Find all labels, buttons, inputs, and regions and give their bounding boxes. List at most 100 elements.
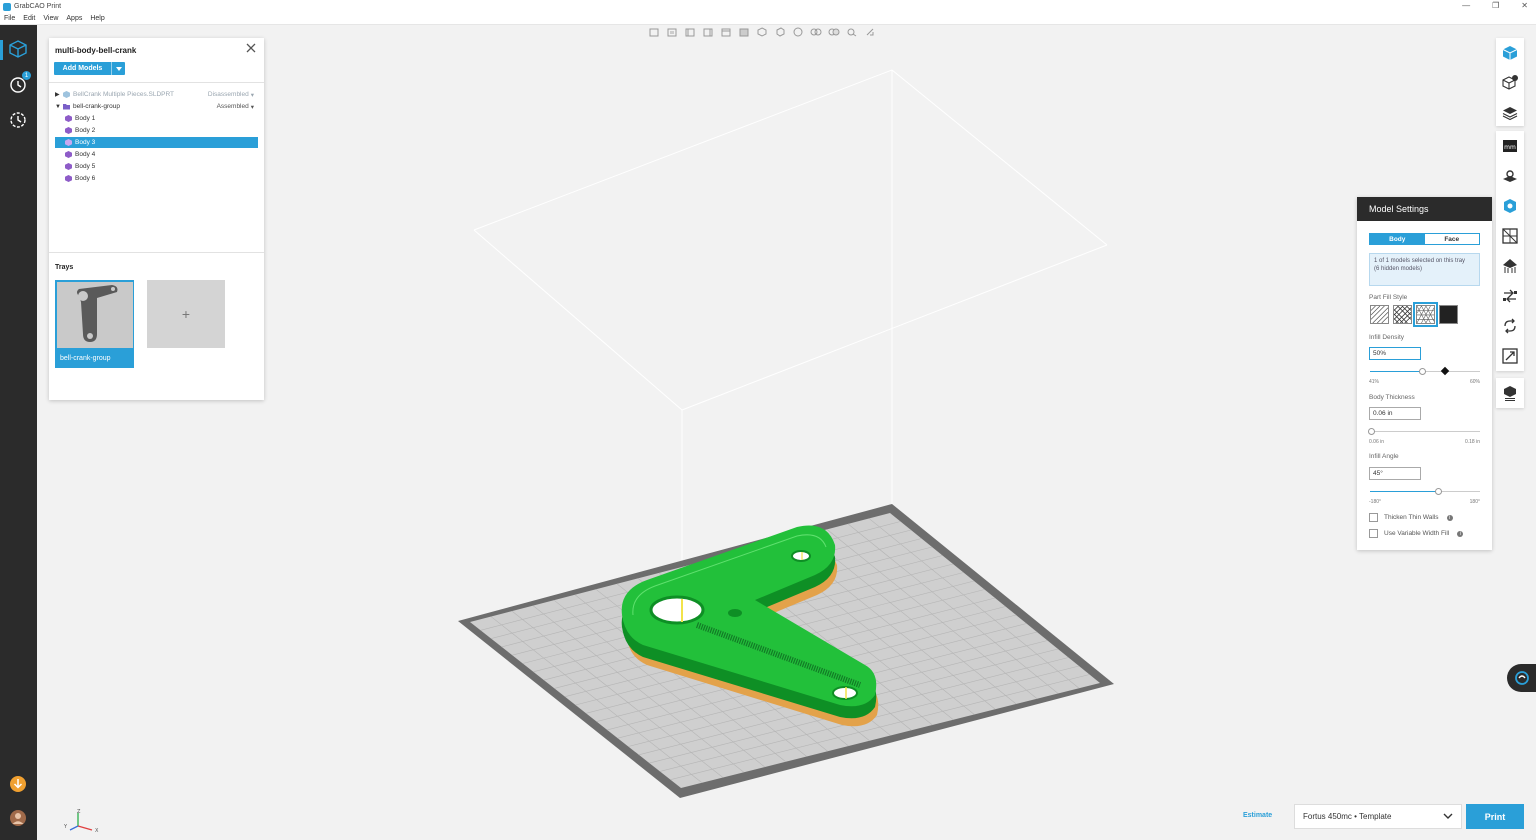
info-icon[interactable]: i — [1446, 514, 1453, 521]
menu-view[interactable]: View — [43, 15, 58, 22]
mesh-button[interactable] — [1496, 221, 1524, 251]
menu-file[interactable]: File — [4, 15, 15, 22]
thickness-min: 0.06 in — [1369, 439, 1385, 445]
tab-face[interactable]: Face — [1424, 234, 1479, 244]
close-icon[interactable] — [245, 42, 257, 54]
tree-label: Body 5 — [75, 163, 96, 170]
rail-history-button[interactable] — [7, 109, 29, 131]
support-button[interactable] — [1496, 251, 1524, 281]
expand-icon[interactable]: ▶ — [55, 91, 63, 98]
add-models-dropdown[interactable] — [111, 62, 125, 75]
tray-card[interactable]: bell-crank-group — [55, 280, 134, 368]
model-settings-button[interactable] — [1496, 191, 1524, 221]
tree-row-body-5[interactable]: Body 5 — [55, 161, 258, 172]
view-left-button[interactable] — [682, 27, 697, 38]
fill-crosshatch-icon[interactable] — [1393, 305, 1412, 324]
add-tray-button[interactable]: + — [147, 280, 225, 348]
view-bottom-button[interactable] — [736, 27, 751, 38]
printer-select[interactable]: Fortus 450mc • Template — [1294, 804, 1462, 829]
part-file-icon — [63, 91, 70, 98]
solid-cube-icon — [1502, 46, 1518, 60]
body-icon — [65, 127, 72, 134]
preview-button[interactable] — [1496, 68, 1524, 98]
tree-row-body-1[interactable]: Body 1 — [55, 113, 258, 124]
scale-button[interactable] — [1496, 341, 1524, 371]
arrange-button[interactable] — [1496, 281, 1524, 311]
minimize-icon[interactable]: — — [1462, 1, 1470, 10]
variable-width-fill-checkbox[interactable]: Use Variable Width Fill i — [1369, 529, 1464, 538]
info-icon[interactable]: i — [1457, 530, 1464, 537]
menu-help[interactable]: Help — [90, 15, 104, 22]
rotate-button[interactable] — [1496, 311, 1524, 341]
infill-angle-label: Infill Angle — [1369, 453, 1399, 460]
collapse-icon[interactable]: ▼ — [55, 104, 63, 110]
tree-row-body-2[interactable]: Body 2 — [55, 125, 258, 136]
fill-sparse-icon[interactable] — [1370, 305, 1389, 324]
assembly-status-dropdown[interactable]: Assembled ▾ — [217, 103, 254, 111]
print-button[interactable]: Print — [1466, 804, 1524, 829]
measure-button[interactable] — [862, 27, 877, 38]
assembly-status-dropdown[interactable]: Disassembled ▾ — [208, 91, 254, 99]
view-front-button[interactable] — [646, 27, 661, 38]
zoom-fit-button[interactable] — [808, 27, 823, 38]
body-thickness-input[interactable]: 0.06 in — [1369, 407, 1421, 420]
fill-triangle-icon[interactable] — [1413, 302, 1438, 327]
rail-models-button[interactable] — [7, 38, 29, 60]
slice-preview-button[interactable] — [1496, 98, 1524, 128]
zoom-selected-button[interactable] — [826, 27, 841, 38]
left-rail: 1 — [0, 25, 37, 840]
svg-text:Z: Z — [77, 809, 81, 815]
checkbox-box[interactable] — [1369, 513, 1378, 522]
slider-knob[interactable] — [1419, 368, 1426, 375]
tree-row-body-6[interactable]: Body 6 — [55, 173, 258, 184]
thicken-thin-walls-checkbox[interactable]: Thicken Thin Walls i — [1369, 513, 1453, 522]
avatar-icon — [10, 810, 26, 826]
maximize-icon[interactable]: ❐ — [1492, 1, 1499, 10]
tab-body[interactable]: Body — [1370, 234, 1425, 244]
view-right-button[interactable] — [700, 27, 715, 38]
add-models-button[interactable]: Add Models — [54, 62, 125, 75]
units-button[interactable]: mm — [1496, 131, 1524, 161]
view-back-button[interactable] — [664, 27, 679, 38]
slider-knob[interactable] — [1435, 488, 1442, 495]
tree-row-body-4[interactable]: Body 4 — [55, 149, 258, 160]
trays-title: Trays — [55, 264, 74, 271]
shading-button[interactable] — [790, 27, 805, 38]
close-window-icon[interactable]: ✕ — [1521, 1, 1528, 10]
checkbox-box[interactable] — [1369, 529, 1378, 538]
support-icon — [1503, 259, 1517, 273]
chevron-down-icon — [1443, 813, 1453, 819]
model-view-button[interactable] — [1496, 38, 1524, 68]
menu-apps[interactable]: Apps — [66, 15, 82, 22]
job-details-button[interactable] — [1496, 378, 1524, 408]
estimate-link[interactable]: Estimate — [1243, 812, 1272, 819]
tree-row-file[interactable]: ▶ BellCrank Multiple Pieces.SLDPRT Disas… — [55, 89, 258, 100]
infill-density-input[interactable]: 50% — [1369, 347, 1421, 360]
tree-row-group[interactable]: ▼ bell-crank-group Assembled ▾ — [55, 101, 258, 112]
infill-density-slider[interactable] — [1370, 366, 1480, 376]
view-top-button[interactable] — [718, 27, 733, 38]
tray-settings-button[interactable] — [1496, 161, 1524, 191]
view-iso-button[interactable] — [754, 27, 769, 38]
infill-angle-slider[interactable] — [1370, 488, 1480, 495]
app-logo-icon — [3, 2, 11, 11]
separator — [49, 252, 264, 253]
right-rail-bottom — [1496, 378, 1524, 408]
rail-jobs-button[interactable]: 1 — [7, 71, 31, 96]
slider-fill — [1370, 371, 1423, 372]
rail-download-button[interactable] — [7, 773, 29, 795]
fill-solid-icon[interactable] — [1439, 305, 1458, 324]
tree-row-body-3[interactable]: Body 3 — [55, 137, 258, 148]
right-rail-tools: mm — [1496, 131, 1524, 371]
model-settings-panel: Model Settings Body Face 1 of 1 models s… — [1357, 197, 1492, 550]
zoom-tray-button[interactable] — [844, 27, 859, 38]
infill-angle-input[interactable]: 45° — [1369, 467, 1421, 480]
chat-button[interactable] — [1507, 664, 1536, 692]
user-avatar[interactable] — [7, 807, 29, 829]
history-icon — [10, 112, 26, 128]
body-thickness-slider[interactable] — [1368, 428, 1480, 435]
menu-edit[interactable]: Edit — [23, 15, 35, 22]
slider-knob[interactable] — [1368, 428, 1375, 435]
selection-info-line2: (6 hidden models) — [1374, 266, 1423, 272]
view-iso2-button[interactable] — [772, 27, 787, 38]
